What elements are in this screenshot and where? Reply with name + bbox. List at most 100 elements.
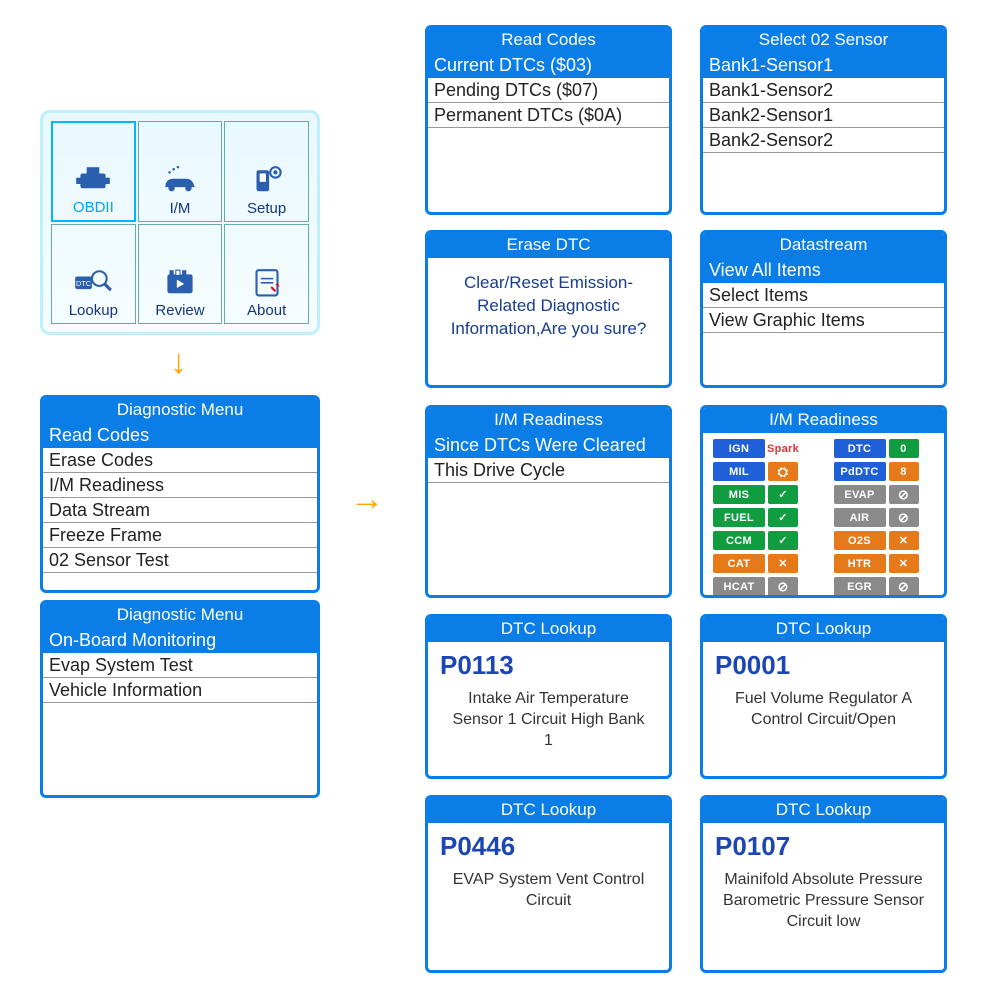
- home-item-label: I/M: [170, 200, 191, 217]
- dtc-desc: Mainifold Absolute Pressure Barometric P…: [703, 862, 944, 940]
- status-label: HCAT: [713, 577, 765, 596]
- home-menu: OBDII I/M Setup DTC Lookup Review About: [40, 110, 320, 335]
- home-item-lookup[interactable]: DTC Lookup: [51, 224, 136, 325]
- list-item[interactable]: Evap System Test: [43, 653, 317, 678]
- status-label: HTR: [834, 554, 886, 573]
- status-label: CCM: [713, 531, 765, 550]
- status-label: CAT: [713, 554, 765, 573]
- review-icon: [159, 266, 201, 300]
- status-label: O2S: [834, 531, 886, 550]
- dtc-desc: Fuel Volume Regulator A Control Circuit/…: [703, 681, 944, 739]
- na-icon: [889, 577, 919, 596]
- home-item-obdii[interactable]: OBDII: [51, 121, 136, 222]
- dtc-lookup-3: DTC Lookup P0107 Mainifold Absolute Pres…: [700, 795, 947, 973]
- panel-title: Datastream: [703, 233, 944, 258]
- list-item[interactable]: Vehicle Information: [43, 678, 317, 703]
- list-item[interactable]: This Drive Cycle: [428, 458, 669, 483]
- x-icon: [768, 554, 798, 573]
- erase-dtc-panel: Erase DTC Clear/Reset Emission-Related D…: [425, 230, 672, 388]
- status-row: FUEL: [713, 508, 814, 527]
- im-readiness-list-panel: I/M Readiness Since DTCs Were ClearedThi…: [425, 405, 672, 598]
- engine-icon: ⛭: [768, 462, 798, 481]
- status-row: CCM: [713, 531, 814, 550]
- status-label: DTC: [834, 439, 886, 458]
- home-item-label: About: [247, 302, 286, 319]
- status-row: DTC0: [834, 439, 935, 458]
- home-item-label: OBDII: [73, 199, 114, 216]
- panel-title: DTC Lookup: [703, 617, 944, 642]
- list-item[interactable]: Bank2-Sensor2: [703, 128, 944, 153]
- list-item[interactable]: Bank1-Sensor1: [703, 53, 944, 78]
- list-item[interactable]: Read Codes: [43, 423, 317, 448]
- dtc-lookup-0: DTC Lookup P0113 Intake Air Temperature …: [425, 614, 672, 779]
- check-icon: [768, 485, 798, 504]
- list-item[interactable]: View Graphic Items: [703, 308, 944, 333]
- list-item[interactable]: Pending DTCs ($07): [428, 78, 669, 103]
- status-row: IGNSpark: [713, 439, 814, 458]
- select-o2-panel: Select 02 Sensor Bank1-Sensor1Bank1-Sens…: [700, 25, 947, 215]
- status-label: FUEL: [713, 508, 765, 527]
- check-icon: [768, 531, 798, 550]
- list-item[interactable]: Current DTCs ($03): [428, 53, 669, 78]
- status-row: EGR: [834, 577, 935, 596]
- list-item[interactable]: Permanent DTCs ($0A): [428, 103, 669, 128]
- panel-title: DTC Lookup: [428, 798, 669, 823]
- panel-title: I/M Readiness: [703, 408, 944, 433]
- list-item[interactable]: 02 Sensor Test: [43, 548, 317, 573]
- na-icon: [768, 577, 798, 596]
- about-icon: [246, 266, 288, 300]
- list-item[interactable]: Bank2-Sensor1: [703, 103, 944, 128]
- status-row: HCAT: [713, 577, 814, 596]
- dtc-code: P0107: [703, 823, 944, 862]
- home-item-about[interactable]: About: [224, 224, 309, 325]
- list-item[interactable]: Since DTCs Were Cleared: [428, 433, 669, 458]
- dtc-code: P0001: [703, 642, 944, 681]
- home-item-im[interactable]: I/M: [138, 121, 223, 222]
- obdii-icon: [72, 163, 114, 197]
- status-label: IGN: [713, 439, 765, 458]
- home-item-label: Setup: [247, 200, 286, 217]
- panel-title: DTC Lookup: [703, 798, 944, 823]
- list-item[interactable]: Data Stream: [43, 498, 317, 523]
- list-item[interactable]: View All Items: [703, 258, 944, 283]
- home-item-label: Review: [155, 302, 204, 319]
- list-item[interactable]: I/M Readiness: [43, 473, 317, 498]
- list-item[interactable]: Freeze Frame: [43, 523, 317, 548]
- status-row: CAT: [713, 554, 814, 573]
- check-icon: [768, 508, 798, 527]
- status-row: MIS: [713, 485, 814, 504]
- dtc-lookup-1: DTC Lookup P0001 Fuel Volume Regulator A…: [700, 614, 947, 779]
- x-icon: [889, 554, 919, 573]
- status-label: PdDTC: [834, 462, 886, 481]
- status-value: Spark: [768, 439, 798, 458]
- lookup-icon: DTC: [72, 266, 114, 300]
- arrow-right-icon: →: [350, 480, 384, 519]
- status-label: AIR: [834, 508, 886, 527]
- list-item[interactable]: Bank1-Sensor2: [703, 78, 944, 103]
- list-item[interactable]: On-Board Monitoring: [43, 628, 317, 653]
- diagnostic-menu-1: Diagnostic Menu Read CodesErase CodesI/M…: [40, 395, 320, 593]
- home-item-label: Lookup: [69, 302, 118, 319]
- panel-title: Read Codes: [428, 28, 669, 53]
- list-item[interactable]: Select Items: [703, 283, 944, 308]
- panel-title: Diagnostic Menu: [43, 603, 317, 628]
- home-item-review[interactable]: Review: [138, 224, 223, 325]
- dtc-lookup-2: DTC Lookup P0446 EVAP System Vent Contro…: [425, 795, 672, 973]
- status-row: HTR: [834, 554, 935, 573]
- diagnostic-menu-2: Diagnostic Menu On-Board MonitoringEvap …: [40, 600, 320, 798]
- setup-icon: [246, 164, 288, 198]
- svg-text:DTC: DTC: [76, 279, 92, 288]
- na-icon: [889, 485, 919, 504]
- panel-title: DTC Lookup: [428, 617, 669, 642]
- home-item-setup[interactable]: Setup: [224, 121, 309, 222]
- im-icon: [159, 164, 201, 198]
- im-readiness-status-panel: I/M Readiness IGNSparkMIL⛭MISFUELCCMCATH…: [700, 405, 947, 598]
- list-item[interactable]: Erase Codes: [43, 448, 317, 473]
- status-row: PdDTC8: [834, 462, 935, 481]
- arrow-down-icon: ↓: [170, 343, 187, 382]
- dtc-code: P0446: [428, 823, 669, 862]
- status-label: MIL: [713, 462, 765, 481]
- x-icon: [889, 531, 919, 550]
- status-row: EVAP: [834, 485, 935, 504]
- status-row: AIR: [834, 508, 935, 527]
